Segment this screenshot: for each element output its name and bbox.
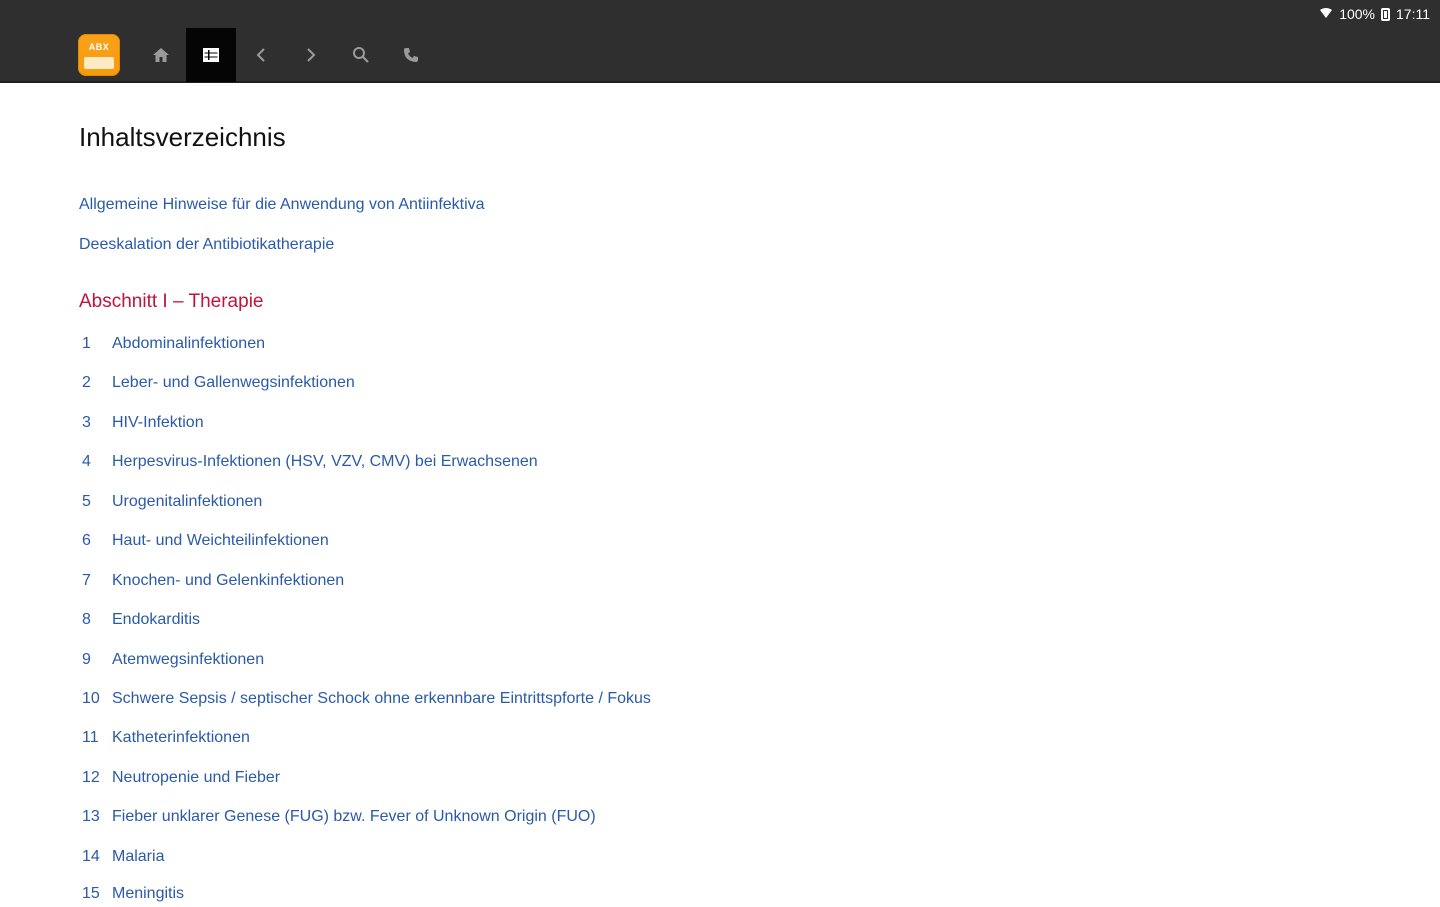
toc-item-label: Katheterinfektionen (112, 729, 250, 746)
search-button[interactable] (336, 28, 386, 82)
forward-button[interactable] (286, 28, 336, 82)
app-logo-text: ABX (88, 42, 110, 52)
toc-icon (202, 47, 220, 63)
search-icon (352, 46, 370, 64)
toc-item-label: Neutropenie und Fieber (112, 769, 281, 786)
clock: 17:11 (1396, 6, 1430, 22)
app-toolbar: 100% 17:11 ABX (0, 0, 1440, 83)
toc-item-number: 4 (82, 453, 91, 470)
toc-item-label: Malaria (112, 848, 165, 865)
intro-link-general[interactable]: Allgemeine Hinweise für die Anwendung vo… (79, 196, 485, 214)
page-title: Inhaltsverzeichnis (79, 122, 286, 152)
status-bar: 100% 17:11 (1319, 4, 1430, 24)
toc-item-label: Fieber unklarer Genese (FUG) bzw. Fever … (112, 808, 596, 825)
toc-item-number: 3 (82, 414, 91, 431)
app-logo-bar (84, 57, 114, 69)
toc-item-number: 12 (82, 769, 100, 786)
toc-item-number: 8 (82, 611, 91, 628)
toc-item-label: Meningitis (112, 885, 185, 902)
toc-item-number: 6 (82, 532, 91, 549)
phone-button[interactable] (386, 28, 436, 82)
wifi-icon (1319, 6, 1333, 22)
home-icon (152, 47, 170, 63)
back-button[interactable] (236, 28, 286, 82)
toc-item-number: 5 (82, 493, 91, 510)
battery-percentage: 100% (1339, 6, 1375, 22)
toc-button[interactable] (186, 28, 236, 82)
intro-link-deescalation[interactable]: Deeskalation der Antibiotikatherapie (79, 236, 334, 254)
toc-item-label: Knochen- und Gelenkinfektionen (112, 572, 345, 589)
toc-item-number: 14 (82, 848, 100, 865)
phone-icon (403, 47, 419, 63)
toc-item-label: HIV-Infektion (112, 414, 204, 431)
toc-item-label: Herpesvirus-Infektionen (HSV, VZV, CMV) … (112, 453, 538, 470)
toc-item-label: Abdominalinfektionen (112, 335, 265, 352)
toc-item-number: 1 (82, 335, 91, 352)
toc-item-number: 10 (82, 690, 100, 707)
toc-item-label: Endokarditis (112, 611, 201, 628)
toc-item-label: Schwere Sepsis / septischer Schock ohne … (112, 690, 651, 707)
app-logo[interactable]: ABX (78, 34, 120, 76)
battery-icon (1381, 7, 1390, 21)
toc-item-number: 2 (82, 374, 91, 391)
forward-icon (305, 47, 317, 63)
toc-item-label: Urogenitalinfektionen (112, 493, 263, 510)
toc-item-number: 15 (82, 885, 100, 902)
toc-item-label: Haut- und Weichteilinfektionen (112, 532, 329, 549)
section-title: Abschnitt I – Therapie (79, 291, 264, 312)
toc-item-number: 7 (82, 572, 91, 589)
home-button[interactable] (136, 28, 186, 82)
toc-item-number: 13 (82, 808, 100, 825)
toc-item-number: 9 (82, 651, 91, 668)
back-icon (255, 47, 267, 63)
toc-item-label: Atemwegsinfektionen (112, 651, 265, 668)
toc-item-number: 11 (82, 729, 99, 746)
toc-item-label: Leber- und Gallenwegsinfektionen (112, 374, 355, 391)
toolbar-buttons: ABX (78, 28, 436, 82)
